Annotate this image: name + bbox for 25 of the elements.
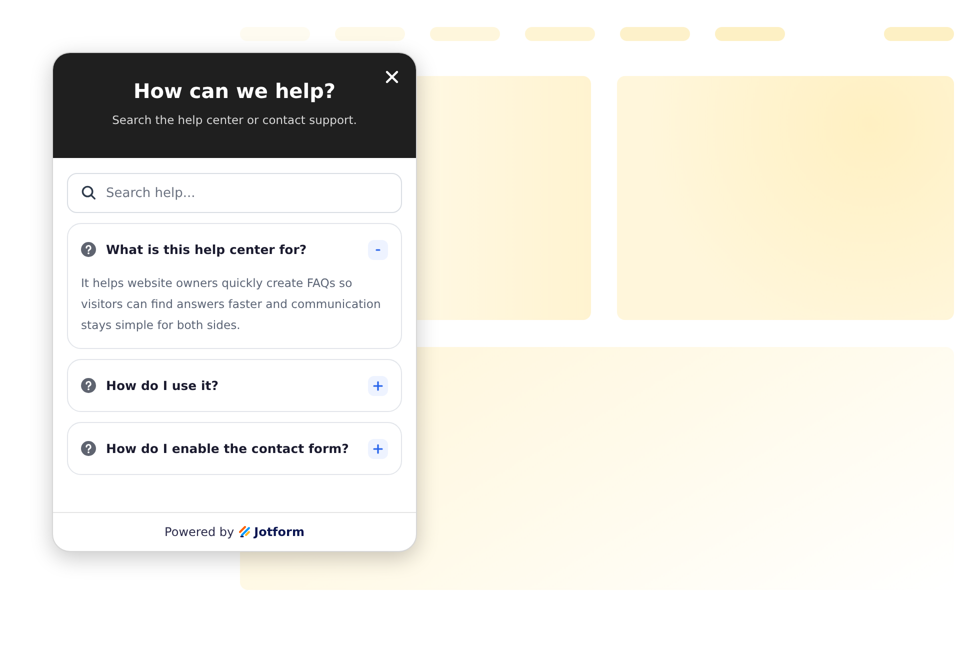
plus-icon — [373, 380, 383, 390]
faq-question[interactable]: How do I use it? — [106, 378, 358, 393]
close-button[interactable] — [384, 69, 400, 85]
search-field[interactable]: Search help... — [67, 173, 402, 213]
placeholder-bar — [525, 27, 595, 41]
faq-question[interactable]: What is this help center for? — [106, 242, 358, 257]
brand-link[interactable]: Jotform — [239, 525, 304, 539]
expand-button[interactable] — [368, 376, 388, 396]
placeholder-bar — [430, 27, 500, 41]
question-icon — [81, 242, 96, 257]
faq-answer: It helps website owners quickly create FAQs so visitors can find answers faster and communication stays simple for both sides. — [81, 275, 382, 334]
expand-button[interactable] — [368, 438, 388, 458]
widget-subtitle: Search the help center or contact support. — [112, 113, 357, 127]
widget-title: How can we help? — [133, 79, 336, 103]
placeholder-bar — [884, 27, 954, 41]
question-icon — [81, 378, 96, 393]
placeholder-bar — [335, 27, 405, 41]
question-icon — [81, 441, 96, 456]
placeholder-bar — [620, 27, 690, 41]
plus-icon — [373, 444, 383, 454]
faq-question[interactable]: How do I enable the contact form? — [106, 441, 358, 456]
powered-by-text: Powered by — [164, 525, 234, 539]
search-icon — [81, 185, 96, 200]
logo-icon — [239, 526, 252, 538]
placeholder-bar — [715, 27, 785, 41]
